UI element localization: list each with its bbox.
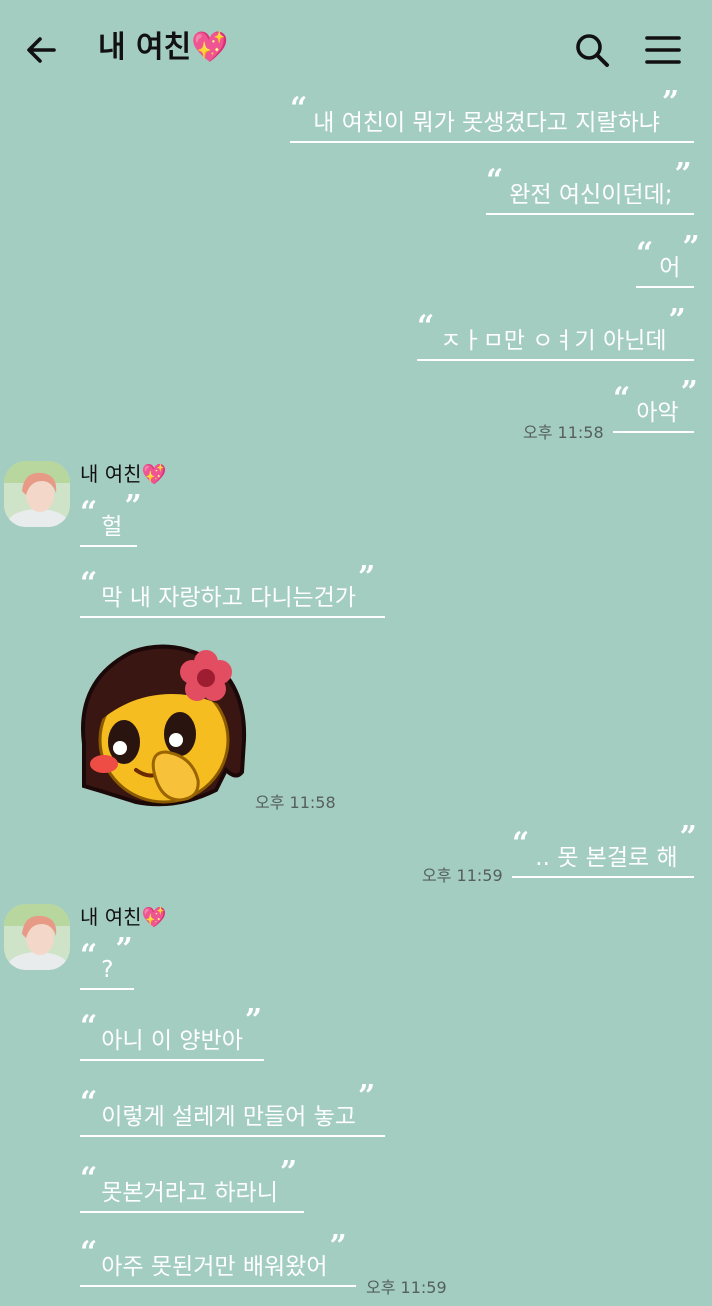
message-bubble[interactable]: “아악” bbox=[613, 375, 698, 433]
message-bubble[interactable]: “아니 이 양반아” bbox=[80, 1003, 264, 1061]
quote-open: “ bbox=[80, 1235, 98, 1270]
message-text: 아주 못된거만 배워왔어 bbox=[101, 1254, 328, 1280]
back-button[interactable] bbox=[22, 30, 62, 70]
quote-close: ” bbox=[680, 375, 698, 410]
quote-open: “ bbox=[290, 91, 308, 126]
quote-close: ” bbox=[682, 230, 700, 265]
quote-open: “ bbox=[613, 381, 631, 416]
message-text: 완전 여신이던데; bbox=[509, 182, 673, 208]
arrow-left-icon bbox=[27, 37, 56, 63]
avatar[interactable] bbox=[4, 904, 70, 970]
hamburger-menu-icon bbox=[645, 36, 681, 64]
message-text: ? bbox=[101, 957, 114, 983]
message-bubble[interactable]: “아주 못된거만 배워왔어” bbox=[80, 1229, 356, 1287]
quote-open: “ bbox=[80, 1085, 98, 1120]
quote-close: ” bbox=[115, 932, 133, 967]
profile-photo bbox=[4, 461, 70, 527]
message-text: 막 내 자랑하고 다니는건가 bbox=[101, 585, 356, 611]
message-bubble[interactable]: “.. 못 본걸로 해” bbox=[512, 820, 697, 878]
quote-close: ” bbox=[279, 1155, 298, 1190]
quote-close: ” bbox=[357, 1079, 376, 1114]
sender-name: 내 여친💖 bbox=[80, 462, 167, 486]
menu-button[interactable] bbox=[643, 30, 683, 70]
quote-open: “ bbox=[512, 826, 530, 861]
quote-open: “ bbox=[636, 236, 654, 271]
quote-close: ” bbox=[668, 303, 686, 338]
message-text: 이렇게 설레게 만들어 놓고 bbox=[101, 1104, 356, 1130]
quote-open: “ bbox=[80, 938, 98, 973]
message-bubble[interactable]: “막 내 자랑하고 다니는건가” bbox=[80, 560, 385, 618]
quote-open: “ bbox=[80, 1161, 98, 1196]
message-bubble[interactable]: “?” bbox=[80, 932, 134, 990]
message-bubble[interactable]: “내 여친이 뭐가 못생겼다고 지랄하냐” bbox=[290, 85, 694, 143]
message-timestamp: 오후 11:59 bbox=[366, 1278, 447, 1297]
message-text: 못본거라고 하라니 bbox=[101, 1180, 278, 1206]
message-bubble[interactable]: “ㅈㅏㅁ만 ㅇㅕ기 아닌데” bbox=[417, 303, 694, 361]
message-text: 아악 bbox=[636, 400, 679, 426]
message-text: 어 bbox=[659, 255, 681, 281]
quote-close: ” bbox=[679, 820, 697, 855]
message-bubble[interactable]: “완전 여신이던데;” bbox=[486, 157, 694, 215]
quote-close: ” bbox=[357, 560, 376, 595]
message-text: .. 못 본걸로 해 bbox=[535, 845, 678, 871]
avatar[interactable] bbox=[4, 461, 70, 527]
chat-title: 내 여친💖 bbox=[98, 30, 229, 65]
quote-close: ” bbox=[124, 489, 142, 524]
message-text: 내 여친이 뭐가 못생겼다고 지랄하냐 bbox=[313, 110, 660, 136]
sender-name: 내 여친💖 bbox=[80, 905, 167, 929]
quote-open: “ bbox=[80, 1009, 98, 1044]
quote-close: ” bbox=[661, 85, 680, 120]
quote-close: ” bbox=[329, 1229, 347, 1264]
quote-open: “ bbox=[80, 566, 98, 601]
chat-header: 내 여친💖 bbox=[0, 0, 712, 96]
message-timestamp: 오후 11:58 bbox=[255, 793, 336, 812]
quote-open: “ bbox=[486, 163, 504, 198]
quote-open: “ bbox=[417, 309, 435, 344]
shy-girl-emoji-sticker[interactable] bbox=[76, 640, 248, 812]
message-bubble[interactable]: “이렇게 설레게 만들어 놓고” bbox=[80, 1079, 385, 1137]
message-text: 아니 이 양반아 bbox=[101, 1028, 243, 1054]
message-text: 헐 bbox=[101, 514, 123, 540]
search-button[interactable] bbox=[572, 30, 612, 70]
quote-close: ” bbox=[674, 157, 692, 192]
profile-photo bbox=[4, 904, 70, 970]
message-timestamp: 오후 11:59 bbox=[422, 866, 503, 885]
message-text: ㅈㅏㅁ만 ㅇㅕ기 아닌데 bbox=[440, 328, 667, 354]
shy-girl-emoji-icon bbox=[81, 644, 247, 807]
quote-close: ” bbox=[244, 1003, 263, 1038]
search-icon bbox=[576, 34, 609, 67]
quote-open: “ bbox=[80, 495, 98, 530]
message-timestamp: 오후 11:58 bbox=[523, 423, 604, 442]
message-bubble[interactable]: “헐” bbox=[80, 489, 142, 547]
message-bubble[interactable]: “못본거라고 하라니” bbox=[80, 1155, 304, 1213]
message-bubble[interactable]: “어” bbox=[636, 230, 700, 288]
